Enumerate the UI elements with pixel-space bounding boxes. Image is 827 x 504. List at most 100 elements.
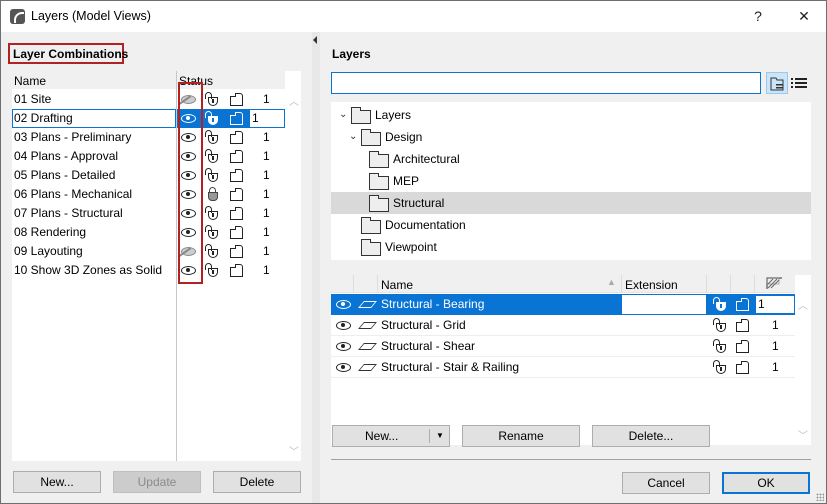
lock-open-icon[interactable] bbox=[205, 206, 218, 220]
lock-open-icon[interactable] bbox=[205, 225, 218, 239]
layer-row[interactable]: Structural - Shear 1 bbox=[331, 336, 795, 357]
tree-item-label: Structural bbox=[393, 196, 445, 210]
eye-icon[interactable] bbox=[336, 300, 351, 309]
combination-row[interactable]: 06 Plans - Mechanical 1 bbox=[12, 185, 285, 204]
ok-button[interactable]: OK bbox=[722, 472, 810, 494]
wireframe-page-icon[interactable] bbox=[736, 361, 749, 374]
lock-open-icon[interactable] bbox=[713, 360, 726, 374]
wireframe-page-icon[interactable] bbox=[230, 112, 243, 125]
new-combination-button[interactable]: New... bbox=[13, 471, 101, 493]
tree-item[interactable]: ⌄ Layers bbox=[331, 104, 811, 126]
combination-name: 08 Rendering bbox=[14, 225, 87, 239]
wireframe-page-icon[interactable] bbox=[736, 340, 749, 353]
combination-row[interactable]: 02 Drafting 1 bbox=[12, 109, 285, 128]
combination-row[interactable]: 04 Plans - Approval 1 bbox=[12, 147, 285, 166]
column-header-name[interactable]: Name bbox=[14, 74, 46, 88]
combination-row[interactable]: 07 Plans - Structural 1 bbox=[12, 204, 285, 223]
pen-set-value: 1 bbox=[263, 149, 270, 163]
pen-set-value: 1 bbox=[263, 187, 270, 201]
wireframe-page-icon[interactable] bbox=[230, 207, 243, 220]
scroll-down-arrow[interactable]: ﹀ bbox=[289, 443, 299, 458]
folder-icon bbox=[369, 195, 389, 212]
wireframe-page-icon[interactable] bbox=[230, 93, 243, 106]
wireframe-page-icon[interactable] bbox=[230, 150, 243, 163]
wireframe-page-icon[interactable] bbox=[230, 169, 243, 182]
pen-set-value: 1 bbox=[263, 168, 270, 182]
lock-closed-icon[interactable] bbox=[208, 187, 218, 201]
wireframe-page-icon[interactable] bbox=[736, 319, 749, 332]
wireframe-page-icon[interactable] bbox=[230, 188, 243, 201]
layer-plane-icon bbox=[358, 322, 377, 329]
lock-open-icon[interactable] bbox=[205, 130, 218, 144]
list-view-button[interactable] bbox=[789, 72, 811, 94]
wireframe-page-icon[interactable] bbox=[736, 298, 749, 311]
tree-item[interactable]: Structural bbox=[331, 192, 811, 214]
folder-icon bbox=[369, 151, 389, 168]
delete-combination-button[interactable]: Delete bbox=[213, 471, 301, 493]
chevron-down-icon[interactable]: ⌄ bbox=[339, 104, 347, 126]
wireframe-page-icon[interactable] bbox=[230, 226, 243, 239]
lock-open-icon[interactable] bbox=[713, 339, 726, 353]
help-button[interactable]: ? bbox=[743, 6, 773, 26]
lock-open-icon[interactable] bbox=[205, 92, 218, 106]
scroll-up-arrow[interactable]: ︿ bbox=[289, 93, 299, 108]
combination-row[interactable]: 03 Plans - Preliminary 1 bbox=[12, 128, 285, 147]
lock-open-icon[interactable] bbox=[713, 297, 726, 311]
scroll-up-arrow[interactable]: ︿ bbox=[798, 297, 808, 312]
wireframe-page-icon[interactable] bbox=[230, 245, 243, 258]
tree-item[interactable]: Architectural bbox=[331, 148, 811, 170]
combination-name: 01 Site bbox=[14, 92, 52, 106]
lock-open-icon[interactable] bbox=[205, 168, 218, 182]
column-header-extension[interactable]: Extension bbox=[625, 278, 678, 292]
tree-item[interactable]: Documentation bbox=[331, 214, 811, 236]
combination-name: 09 Layouting bbox=[14, 244, 83, 258]
window-title: Layers (Model Views) bbox=[31, 9, 151, 23]
layers-table: Name ▲ Extension Structural - Bearing 1 St… bbox=[331, 275, 811, 445]
folder-icon bbox=[361, 129, 381, 146]
eye-icon[interactable] bbox=[336, 363, 351, 372]
intersection-priority-field[interactable]: 1 bbox=[755, 295, 795, 314]
resize-grip[interactable] bbox=[816, 493, 824, 501]
column-header-name[interactable]: Name bbox=[381, 278, 413, 292]
layer-row[interactable]: Structural - Bearing 1 bbox=[331, 294, 795, 315]
combination-row[interactable]: 05 Plans - Detailed 1 bbox=[12, 166, 285, 185]
tree-view-button[interactable] bbox=[766, 72, 788, 94]
update-combination-button[interactable]: Update bbox=[113, 471, 201, 493]
pen-set-value: 1 bbox=[263, 92, 270, 106]
wireframe-page-icon[interactable] bbox=[230, 264, 243, 277]
rename-layer-button[interactable]: Rename bbox=[462, 425, 580, 447]
chevron-down-icon[interactable]: ⌄ bbox=[349, 126, 357, 148]
pen-set-field[interactable]: 1 bbox=[249, 109, 285, 128]
combination-row[interactable]: 10 Show 3D Zones as Solid 1 bbox=[12, 261, 285, 280]
cancel-button[interactable]: Cancel bbox=[622, 472, 710, 494]
eye-icon[interactable] bbox=[336, 342, 351, 351]
panel-splitter[interactable] bbox=[312, 32, 320, 503]
combination-row[interactable]: 08 Rendering 1 bbox=[12, 223, 285, 242]
layer-row[interactable]: Structural - Stair & Railing 1 bbox=[331, 357, 795, 378]
tree-item[interactable]: Viewpoint bbox=[331, 236, 811, 258]
combination-name: 07 Plans - Structural bbox=[14, 206, 123, 220]
tree-item[interactable]: ⌄ Design bbox=[331, 126, 811, 148]
eye-icon[interactable] bbox=[336, 321, 351, 330]
lock-open-icon[interactable] bbox=[713, 318, 726, 332]
layer-row[interactable]: Structural - Grid 1 bbox=[331, 315, 795, 336]
lock-open-icon[interactable] bbox=[205, 149, 218, 163]
tree-item[interactable]: MEP bbox=[331, 170, 811, 192]
collapse-arrow-icon[interactable] bbox=[313, 36, 317, 44]
close-button[interactable]: ✕ bbox=[789, 6, 819, 26]
extension-field[interactable] bbox=[622, 295, 706, 314]
new-layer-button[interactable]: New... ▼ bbox=[332, 425, 450, 447]
wireframe-page-icon[interactable] bbox=[230, 131, 243, 144]
lock-open-icon[interactable] bbox=[205, 244, 218, 258]
combination-name: 06 Plans - Mechanical bbox=[14, 187, 133, 201]
col-sep bbox=[730, 275, 731, 293]
layers-folder-icon bbox=[351, 107, 371, 124]
layer-search-input[interactable] bbox=[331, 72, 761, 94]
pen-set-value: 1 bbox=[263, 225, 270, 239]
delete-layer-button[interactable]: Delete... bbox=[592, 425, 710, 447]
combination-row[interactable]: 01 Site 1 bbox=[12, 90, 285, 109]
lock-open-icon[interactable] bbox=[205, 263, 218, 277]
combination-row[interactable]: 09 Layouting 1 bbox=[12, 242, 285, 261]
scroll-down-arrow[interactable]: ﹀ bbox=[798, 427, 808, 442]
dropdown-arrow-icon[interactable]: ▼ bbox=[436, 426, 444, 446]
